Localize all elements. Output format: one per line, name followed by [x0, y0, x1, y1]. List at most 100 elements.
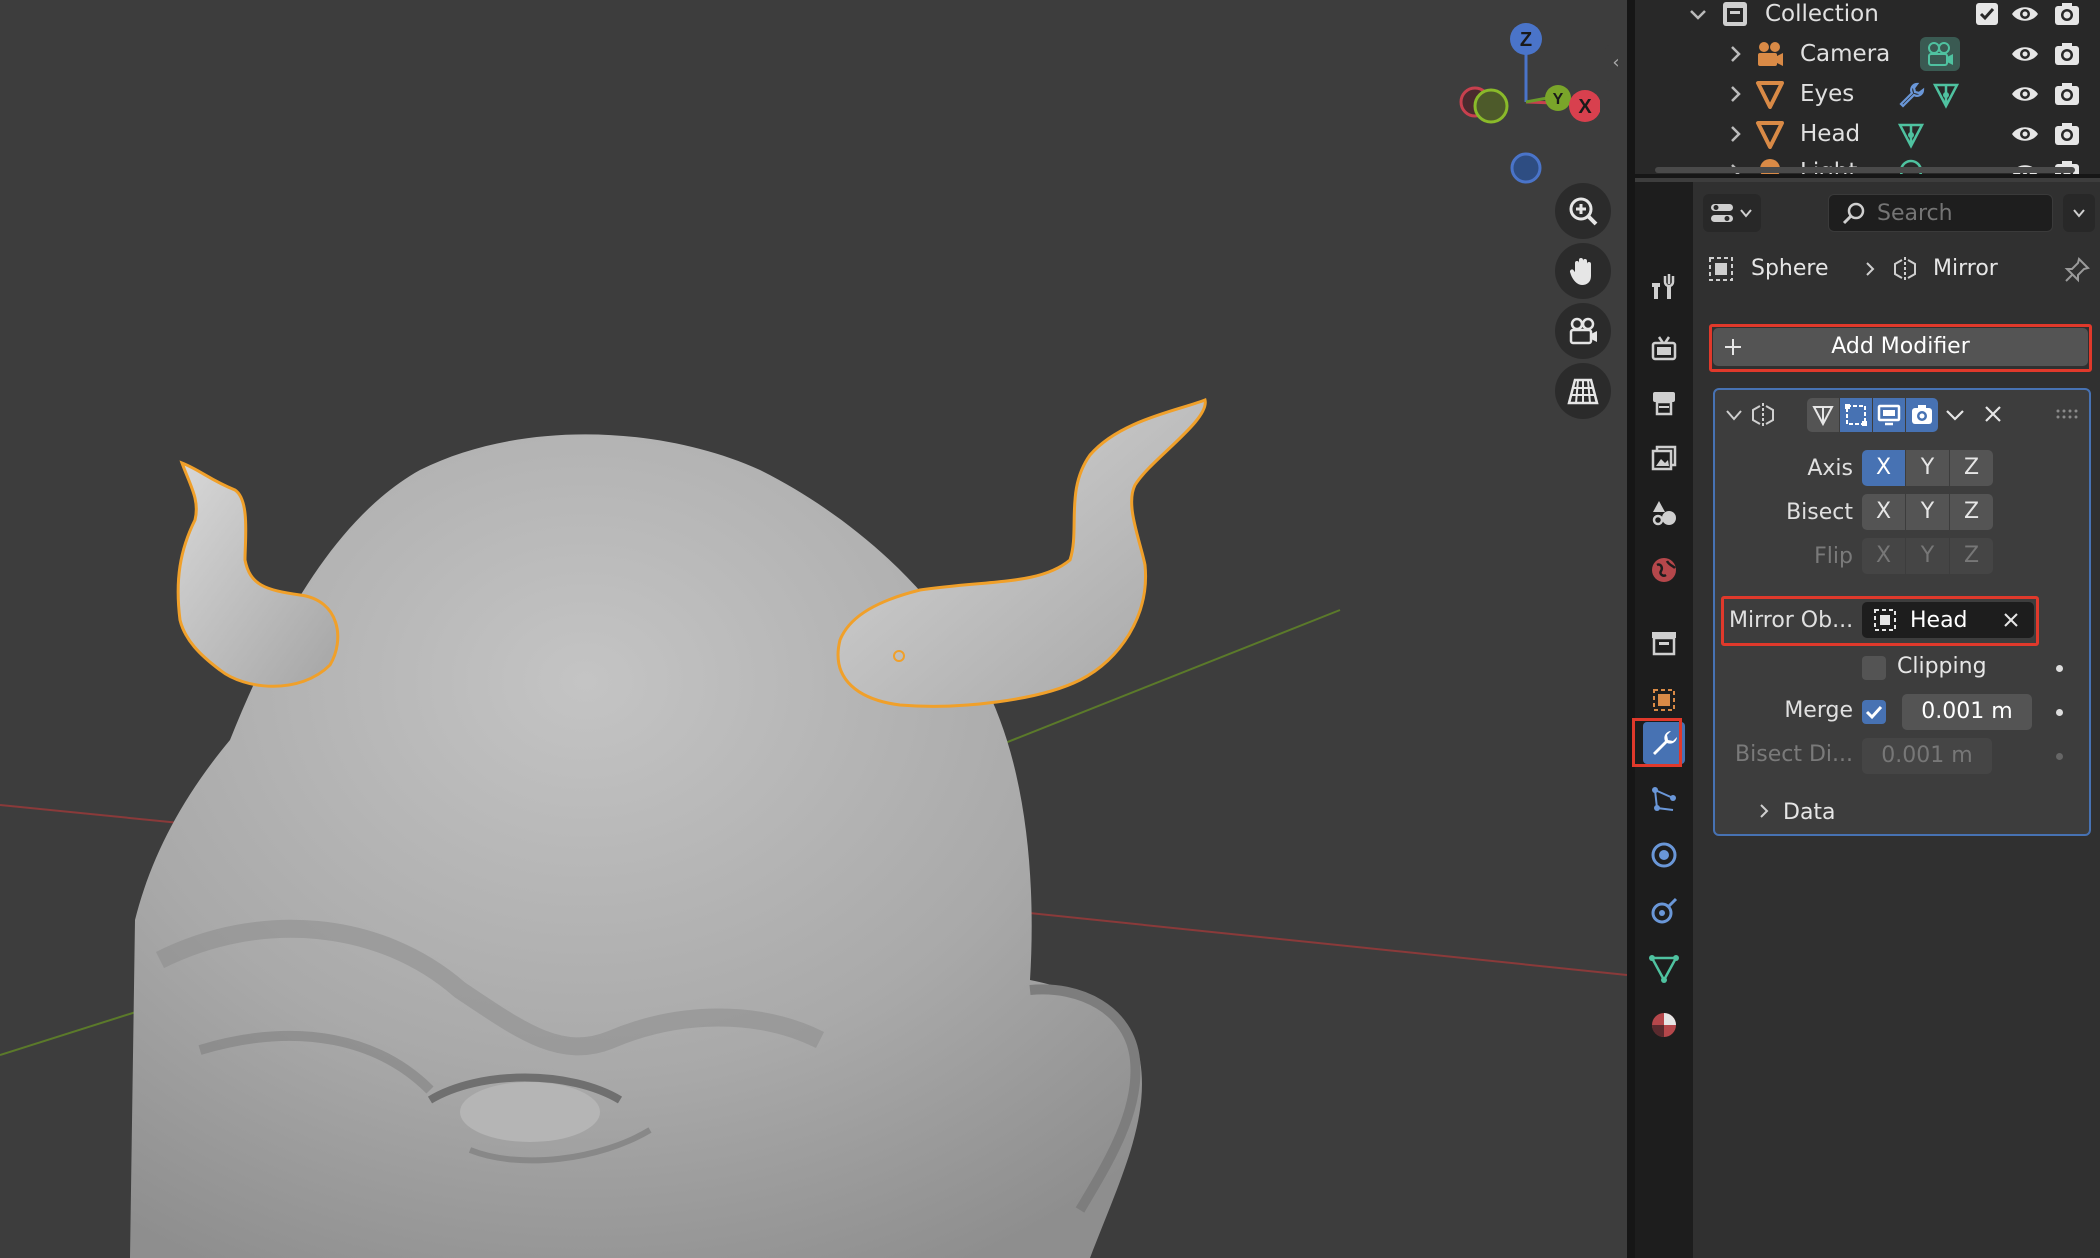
area-divider[interactable]	[1627, 0, 1635, 1258]
outliner-row-camera[interactable]: Camera	[1635, 34, 2100, 74]
outliner-row-head[interactable]: Head	[1635, 114, 2100, 154]
mesh-object-icon	[1756, 81, 1784, 109]
panel-collapse-chevron-icon[interactable]	[1725, 408, 1743, 422]
physics-properties-icon[interactable]	[1643, 834, 1685, 876]
object-properties-icon[interactable]	[1643, 679, 1685, 721]
visibility-eye-icon[interactable]	[2010, 42, 2040, 66]
outliner-scrollbar[interactable]	[1655, 167, 2075, 173]
chevron-right-icon	[1866, 262, 1875, 276]
mirror-modifier-icon	[1894, 257, 1916, 281]
render-camera-icon[interactable]	[2053, 1, 2081, 27]
visibility-eye-icon[interactable]	[2010, 82, 2040, 106]
flip-toggle-group: X Y Z	[1862, 538, 1993, 574]
outliner-row-light[interactable]: Light	[1635, 152, 2100, 174]
realtime-toggle[interactable]	[1873, 398, 1905, 432]
gizmo-x-label: X	[1578, 96, 1592, 118]
outliner-row-eyes[interactable]: Eyes	[1635, 74, 2100, 114]
chevron-right-icon[interactable]	[1725, 84, 1745, 104]
keyframe-dot[interactable]	[2056, 753, 2063, 760]
flip-label: Flip	[1814, 544, 1853, 569]
sidebar-collapse-tab[interactable]: ‹	[1605, 45, 1627, 81]
pan-hand-icon[interactable]	[1555, 243, 1611, 299]
modifier-wrench-icon[interactable]	[1897, 81, 1925, 109]
clipping-checkbox[interactable]	[1862, 656, 1886, 680]
outliner-row-collection[interactable]: Collection	[1635, 0, 2100, 34]
chevron-down-icon[interactable]	[1688, 4, 1708, 24]
render-toggle[interactable]	[1906, 398, 1938, 432]
camera-object-icon	[1758, 42, 1783, 66]
camera-view-icon[interactable]	[1555, 303, 1611, 359]
collection-icon	[1723, 2, 1747, 26]
breadcrumb-object: Sphere	[1751, 256, 1829, 281]
visibility-eye-icon[interactable]	[2010, 2, 2040, 26]
navigation-gizmo[interactable]: Z Y X	[1450, 20, 1601, 190]
gizmo-z-label: Z	[1520, 29, 1532, 51]
bisect-z-toggle[interactable]: Z	[1950, 494, 1993, 530]
merge-distance-field[interactable]: 0.001 m	[1902, 694, 2032, 730]
material-properties-icon[interactable]	[1643, 1004, 1685, 1046]
on-cage-toggle[interactable]	[1807, 398, 1839, 432]
world-properties-icon[interactable]	[1643, 549, 1685, 591]
collection-properties-icon[interactable]	[1643, 622, 1685, 664]
axis-z-toggle[interactable]: Z	[1950, 450, 1993, 486]
chevron-right-icon[interactable]	[1725, 124, 1745, 144]
edit-mode-icon	[1845, 404, 1867, 426]
keyframe-dot[interactable]	[2056, 665, 2063, 672]
zoom-icon[interactable]	[1555, 183, 1611, 239]
flip-z-toggle[interactable]: Z	[1950, 538, 1993, 574]
mesh-data-icon[interactable]	[1932, 81, 1960, 109]
bisect-distance-field[interactable]: 0.001 m	[1862, 738, 1992, 774]
tool-settings-icon[interactable]	[1643, 265, 1685, 307]
constraints-properties-icon[interactable]	[1643, 890, 1685, 932]
axis-x-toggle[interactable]: X	[1862, 450, 1905, 486]
output-properties-icon[interactable]	[1643, 382, 1685, 424]
render-properties-icon[interactable]	[1643, 327, 1685, 369]
3d-viewport[interactable]: Z Y X ‹	[0, 0, 1627, 1258]
flip-y-toggle[interactable]: Y	[1906, 538, 1949, 574]
camera-data-icon[interactable]	[1920, 37, 1960, 71]
flip-x-toggle[interactable]: X	[1862, 538, 1905, 574]
outliner-label-eyes: Eyes	[1800, 81, 1855, 107]
render-camera-icon[interactable]	[2053, 41, 2081, 67]
outliner[interactable]: Collection Camera Eyes Head Light	[1635, 0, 2100, 178]
outliner-label-camera: Camera	[1800, 41, 1891, 67]
properties-editor[interactable]: Sphere Mirror Add Modifier Axis X Y Z Bi…	[1632, 182, 2100, 1258]
edit-mode-toggle[interactable]	[1840, 398, 1872, 432]
bisect-label: Bisect	[1786, 500, 1853, 525]
breadcrumb-modifier: Mirror	[1933, 256, 1998, 281]
mesh-data-icon[interactable]	[1897, 121, 1925, 149]
mesh-object-icon	[1756, 121, 1784, 149]
bisect-distance-label: Bisect Di...	[1735, 742, 1853, 767]
collection-exclude-checkbox[interactable]	[1976, 3, 1998, 25]
perspective-grid-icon[interactable]	[1555, 363, 1611, 419]
data-subpanel-label[interactable]: Data	[1783, 800, 1836, 825]
keyframe-dot[interactable]	[2056, 709, 2063, 716]
search-icon	[1842, 202, 1865, 225]
object-icon	[1709, 257, 1733, 281]
visibility-eye-icon[interactable]	[2010, 122, 2040, 146]
axis-y-toggle[interactable]: Y	[1906, 450, 1949, 486]
monitor-icon	[1877, 404, 1901, 426]
bisect-x-toggle[interactable]: X	[1862, 494, 1905, 530]
object-data-properties-icon[interactable]	[1643, 947, 1685, 989]
render-camera-icon[interactable]	[2053, 81, 2081, 107]
chevron-right-icon[interactable]	[1757, 802, 1771, 820]
chevron-down-icon[interactable]	[1945, 407, 1965, 423]
particles-properties-icon[interactable]	[1643, 778, 1685, 820]
chevron-right-icon[interactable]	[1725, 44, 1745, 64]
render-camera-icon[interactable]	[2053, 121, 2081, 147]
merge-checkbox[interactable]	[1862, 700, 1886, 724]
drag-handle-icon[interactable]	[2055, 408, 2079, 420]
close-icon[interactable]	[1983, 404, 2003, 424]
editor-type-dropdown[interactable]	[1703, 194, 1761, 232]
search-field[interactable]	[1828, 194, 2053, 232]
bisect-y-toggle[interactable]: Y	[1906, 494, 1949, 530]
add-modifier-highlight	[1709, 324, 2092, 372]
mirror-modifier-icon	[1752, 403, 1774, 427]
pin-icon[interactable]	[2063, 256, 2091, 284]
search-input[interactable]	[1877, 200, 2047, 226]
scene-properties-icon[interactable]	[1643, 492, 1685, 534]
options-dropdown[interactable]	[2063, 194, 2095, 232]
view-layer-properties-icon[interactable]	[1643, 437, 1685, 479]
chevron-down-icon	[1740, 209, 1752, 218]
